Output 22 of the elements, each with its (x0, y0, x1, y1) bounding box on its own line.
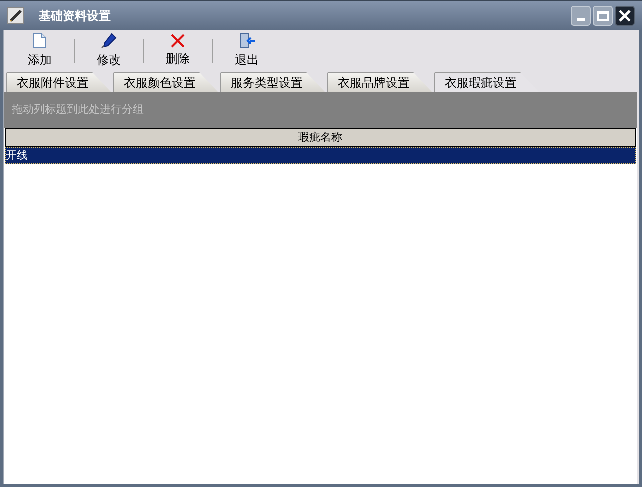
cross-icon (171, 34, 185, 48)
close-button[interactable] (615, 6, 635, 26)
pencil-icon (7, 6, 25, 24)
tab[interactable]: 衣服颜色设置 (113, 72, 218, 92)
minimize-icon (577, 18, 585, 20)
column-header[interactable]: 瑕疵名称 (5, 128, 636, 147)
tab[interactable]: 服务类型设置 (220, 72, 325, 92)
document-icon (33, 33, 47, 49)
tab[interactable]: 衣服品牌设置 (327, 72, 432, 92)
pen-icon (101, 33, 117, 49)
table-row[interactable]: 开线 (5, 147, 636, 164)
minimize-button[interactable] (571, 6, 591, 26)
group-hint: 拖动列标题到此处进行分组 (12, 102, 144, 118)
toolbar-button[interactable]: 退出 (221, 33, 273, 69)
toolbar-button[interactable]: 修改 (83, 33, 135, 69)
maximize-icon (597, 10, 609, 20)
close-icon (619, 10, 631, 22)
window-title: 基础资料设置 (39, 8, 111, 24)
toolbar-button[interactable]: 删除 (152, 34, 204, 68)
tab[interactable]: 衣服附件设置 (6, 72, 111, 92)
toolbar-button[interactable]: 添加 (14, 33, 66, 69)
door-exit-icon (239, 33, 255, 49)
